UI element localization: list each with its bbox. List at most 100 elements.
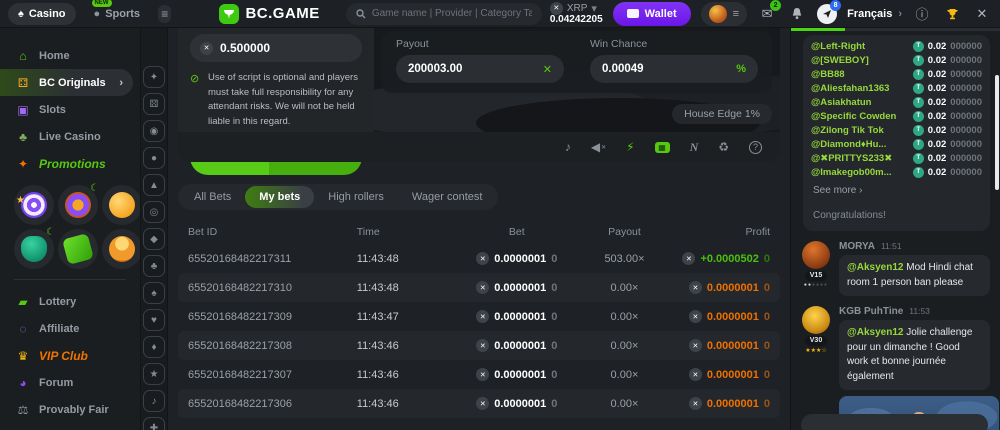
see-more-link[interactable]: See more › — [811, 179, 982, 198]
promo-tile[interactable] — [58, 229, 98, 269]
menu-toggle-icon[interactable]: ≡ — [158, 5, 171, 23]
chat-scrollbar[interactable] — [995, 75, 999, 190]
casino-toggle[interactable]: ♠ Casino — [8, 3, 76, 25]
sports-toggle[interactable]: NEW ● Sports — [84, 3, 151, 25]
music-icon[interactable]: ♪ — [565, 140, 571, 154]
table-row[interactable]: 65520168482217311 11:43:48 0.00000010 50… — [178, 244, 780, 273]
sidebar-item[interactable]: ⚖ Provably Fair — [0, 396, 140, 423]
bets-tab[interactable]: Wager contest — [398, 186, 497, 208]
win-row[interactable]: @Zilong Tik Tok 0.02000000 — [811, 123, 982, 137]
table-row[interactable]: 65520168482217310 11:43:48 0.00000010 0.… — [178, 273, 780, 302]
currency-selector[interactable]: XRP ▾ 0.04242205 — [550, 2, 603, 25]
win-row[interactable]: @Diamond♦Hu... 0.02000000 — [811, 137, 982, 151]
chat-username[interactable]: KGB PuhTine — [839, 306, 903, 317]
payout-field[interactable]: ✕ — [396, 55, 564, 83]
info-button[interactable]: ⓘ — [912, 4, 932, 24]
game-shortcut[interactable]: ♦ — [143, 336, 165, 358]
profile-menu[interactable]: ≡ — [701, 2, 747, 26]
game-shortcut[interactable]: ✚ — [143, 417, 165, 430]
win-row[interactable]: @Asiakhatun 0.02000000 — [811, 95, 982, 109]
sidebar-item[interactable]: ⌂ Home — [0, 42, 140, 69]
winner-username[interactable]: @[SWEBOY] — [811, 55, 913, 66]
winner-username[interactable]: @✖PRITTYS233✖ — [811, 153, 913, 164]
sidebar-item[interactable]: ⚃ BC Originals › — [0, 69, 133, 96]
win-row[interactable]: @Aliesfahan1363 0.02000000 — [811, 81, 982, 95]
game-shortcut[interactable]: ◎ — [143, 201, 165, 223]
mention-link[interactable]: @Aksyen12 — [847, 327, 903, 338]
game-search[interactable] — [346, 3, 542, 25]
sound-icon[interactable]: ◀ — [591, 140, 606, 154]
chat-input[interactable] — [801, 414, 988, 430]
promo-tile[interactable] — [102, 185, 140, 225]
game-shortcut[interactable]: ♣ — [143, 255, 165, 277]
sidebar-item[interactable]: ♛ VIP Club — [0, 342, 140, 369]
win-chance-input[interactable] — [602, 63, 730, 75]
game-shortcut[interactable]: ⚄ — [143, 93, 165, 115]
table-row[interactable]: 65520168482217308 11:43:46 0.00000010 0.… — [178, 331, 780, 360]
promo-tile[interactable]: ☾ — [58, 185, 98, 225]
table-row[interactable]: 65520168482217307 11:43:46 0.00000010 0.… — [178, 360, 780, 389]
mention-link[interactable]: @Aksyen12 — [847, 262, 903, 273]
sidebar-item[interactable]: ◌ Affiliate — [0, 315, 140, 342]
chat-toggle-button[interactable]: 8 — [817, 4, 837, 24]
language-selector[interactable]: Français › — [847, 8, 902, 20]
game-shortcut[interactable]: ◆ — [143, 228, 165, 250]
game-shortcut[interactable]: ✦ — [143, 66, 165, 88]
game-shortcut[interactable]: ♠ — [143, 282, 165, 304]
winner-username[interactable]: @Asiakhatun — [811, 97, 913, 108]
winner-username[interactable]: @Zilong Tik Tok — [811, 125, 913, 136]
avatar[interactable] — [802, 241, 830, 269]
my-bets-table: Bet ID Time Bet Payout Profit 6552016848… — [178, 220, 780, 418]
game-shortcut[interactable]: ♥ — [143, 309, 165, 331]
game-shortcut[interactable]: ● — [143, 147, 165, 169]
win-row[interactable]: @Specific Cowden 0.02000000 — [811, 109, 982, 123]
turbo-icon[interactable]: ⚡ — [626, 140, 634, 154]
search-input[interactable] — [372, 8, 532, 19]
win-chance-field[interactable]: % — [590, 55, 758, 83]
bets-tab[interactable]: All Bets — [180, 186, 245, 208]
notifications-button[interactable] — [787, 4, 807, 24]
sidebar-item[interactable]: ▣ Slots — [0, 96, 140, 123]
win-row[interactable]: @BB88 0.02000000 — [811, 67, 982, 81]
clear-icon[interactable]: ♻ — [718, 140, 729, 154]
contest-button[interactable] — [942, 4, 962, 24]
chat-username[interactable]: MORYA — [839, 241, 875, 252]
sidebar-item[interactable]: ◕ Forum — [0, 369, 140, 396]
promo-tile[interactable] — [14, 185, 54, 225]
winner-username[interactable]: @Left-Right — [811, 41, 913, 52]
bet-amount-field[interactable] — [190, 34, 362, 62]
bet-amount-input[interactable] — [220, 41, 320, 55]
winner-username[interactable]: @Aliesfahan1363 — [811, 83, 913, 94]
promo-tile[interactable]: ☾ — [14, 229, 54, 269]
game-shortcut[interactable]: ▲ — [143, 174, 165, 196]
help-icon[interactable]: ? — [749, 141, 762, 154]
sidebar-item[interactable]: ✦ Promotions — [0, 150, 140, 177]
bets-tab[interactable]: My bets — [245, 186, 314, 208]
game-icon: ♪ — [152, 396, 157, 407]
sidebar-item[interactable]: ▰ Lottery — [0, 288, 140, 315]
win-row[interactable]: @[SWEBOY] 0.02000000 — [811, 53, 982, 67]
bets-tab[interactable]: High rollers — [314, 186, 398, 208]
close-button[interactable]: ✕ — [972, 4, 992, 24]
game-shortcut[interactable]: ◉ — [143, 120, 165, 142]
game-shortcut[interactable]: ♪ — [143, 390, 165, 412]
mail-button[interactable]: ✉ 2 — [757, 4, 777, 24]
winner-username[interactable]: @BB88 — [811, 69, 913, 80]
table-row[interactable]: 65520168482217309 11:43:47 0.00000010 0.… — [178, 302, 780, 331]
winner-username[interactable]: @Specific Cowden — [811, 111, 913, 122]
sidebar-item[interactable]: ♣ Live Casino — [0, 123, 140, 150]
wallet-button[interactable]: Wallet — [613, 2, 691, 26]
payout-input[interactable] — [408, 63, 537, 75]
win-row[interactable]: @✖PRITTYS233✖ 0.02000000 — [811, 151, 982, 165]
hotkeys-icon[interactable]: ▦ — [655, 142, 670, 153]
winner-username[interactable]: @Diamond♦Hu... — [811, 139, 913, 150]
game-shortcut[interactable]: ★ — [143, 363, 165, 385]
winner-username[interactable]: @Imakegob00m... — [811, 167, 913, 178]
win-row[interactable]: @Imakegob00m... 0.02000000 — [811, 165, 982, 179]
bc-game-logo[interactable]: BC.GAME — [219, 4, 319, 24]
avatar[interactable] — [802, 306, 830, 334]
table-row[interactable]: 65520168482217306 11:43:46 0.00000010 0.… — [178, 389, 780, 418]
win-row[interactable]: @Left-Right 0.02000000 — [811, 39, 982, 53]
trends-icon[interactable]: N — [690, 140, 699, 155]
promo-tile[interactable] — [102, 229, 140, 269]
